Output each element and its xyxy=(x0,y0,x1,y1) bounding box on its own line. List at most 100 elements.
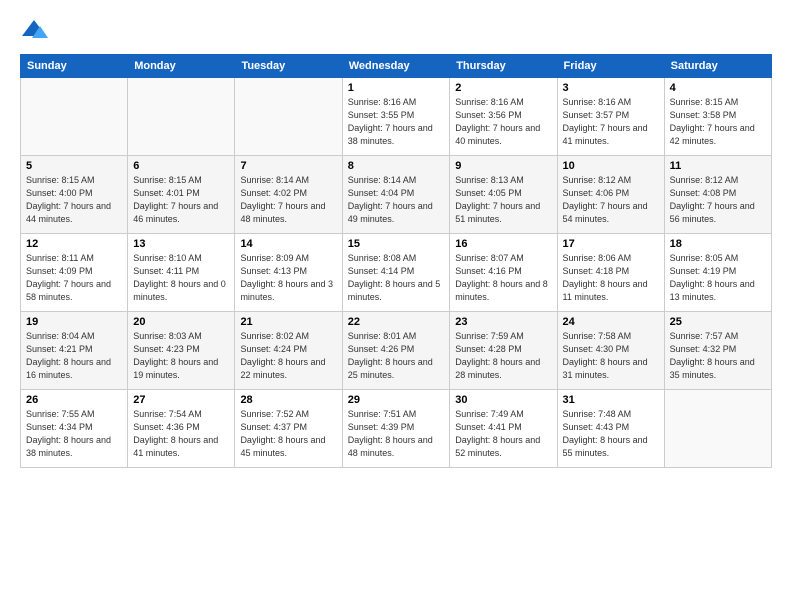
day-number: 10 xyxy=(563,160,659,172)
calendar-week-4: 26 Sunrise: 7:55 AM Sunset: 4:34 PM Dayli… xyxy=(21,390,772,468)
day-info: Sunrise: 7:48 AM Sunset: 4:43 PM Dayligh… xyxy=(563,408,659,460)
calendar-cell: 20 Sunrise: 8:03 AM Sunset: 4:23 PM Dayli… xyxy=(128,312,235,390)
day-info: Sunrise: 8:09 AM Sunset: 4:13 PM Dayligh… xyxy=(240,252,336,304)
day-info: Sunrise: 7:59 AM Sunset: 4:28 PM Dayligh… xyxy=(455,330,551,382)
weekday-header-thursday: Thursday xyxy=(450,55,557,78)
calendar-cell: 9 Sunrise: 8:13 AM Sunset: 4:05 PM Daylig… xyxy=(450,156,557,234)
calendar-cell: 16 Sunrise: 8:07 AM Sunset: 4:16 PM Dayli… xyxy=(450,234,557,312)
day-info: Sunrise: 7:51 AM Sunset: 4:39 PM Dayligh… xyxy=(348,408,445,460)
day-info: Sunrise: 8:15 AM Sunset: 4:00 PM Dayligh… xyxy=(26,174,122,226)
day-info: Sunrise: 8:13 AM Sunset: 4:05 PM Dayligh… xyxy=(455,174,551,226)
day-info: Sunrise: 8:02 AM Sunset: 4:24 PM Dayligh… xyxy=(240,330,336,382)
calendar-cell: 6 Sunrise: 8:15 AM Sunset: 4:01 PM Daylig… xyxy=(128,156,235,234)
day-number: 29 xyxy=(348,394,445,406)
day-info: Sunrise: 7:54 AM Sunset: 4:36 PM Dayligh… xyxy=(133,408,229,460)
day-number: 1 xyxy=(348,82,445,94)
weekday-header-friday: Friday xyxy=(557,55,664,78)
calendar-cell xyxy=(235,78,342,156)
calendar-cell: 23 Sunrise: 7:59 AM Sunset: 4:28 PM Dayli… xyxy=(450,312,557,390)
calendar-cell: 27Sunrise: 7:54 AM Sunset: 4:36 PM Dayli… xyxy=(128,390,235,468)
calendar-cell: 12 Sunrise: 8:11 AM Sunset: 4:09 PM Dayli… xyxy=(21,234,128,312)
day-info: Sunrise: 8:03 AM Sunset: 4:23 PM Dayligh… xyxy=(133,330,229,382)
weekday-header-saturday: Saturday xyxy=(664,55,771,78)
logo xyxy=(20,16,52,44)
day-number: 26 xyxy=(26,394,122,406)
day-info: Sunrise: 8:16 AM Sunset: 3:57 PM Dayligh… xyxy=(563,96,659,148)
day-info: Sunrise: 8:14 AM Sunset: 4:02 PM Dayligh… xyxy=(240,174,336,226)
weekday-header-tuesday: Tuesday xyxy=(235,55,342,78)
day-info: Sunrise: 7:49 AM Sunset: 4:41 PM Dayligh… xyxy=(455,408,551,460)
day-info: Sunrise: 8:12 AM Sunset: 4:06 PM Dayligh… xyxy=(563,174,659,226)
day-number: 8 xyxy=(348,160,445,172)
weekday-header-row: SundayMondayTuesdayWednesdayThursdayFrid… xyxy=(21,55,772,78)
day-number: 25 xyxy=(670,316,766,328)
calendar-cell: 5Sunrise: 8:15 AM Sunset: 4:00 PM Daylig… xyxy=(21,156,128,234)
day-info: Sunrise: 7:57 AM Sunset: 4:32 PM Dayligh… xyxy=(670,330,766,382)
day-number: 12 xyxy=(26,238,122,250)
day-info: Sunrise: 8:16 AM Sunset: 3:55 PM Dayligh… xyxy=(348,96,445,148)
day-info: Sunrise: 8:10 AM Sunset: 4:11 PM Dayligh… xyxy=(133,252,229,304)
calendar-cell xyxy=(128,78,235,156)
day-number: 22 xyxy=(348,316,445,328)
calendar-week-0: 1 Sunrise: 8:16 AM Sunset: 3:55 PM Daylig… xyxy=(21,78,772,156)
day-number: 20 xyxy=(133,316,229,328)
day-number: 31 xyxy=(563,394,659,406)
calendar-week-3: 19 Sunrise: 8:04 AM Sunset: 4:21 PM Dayli… xyxy=(21,312,772,390)
calendar-cell: 19 Sunrise: 8:04 AM Sunset: 4:21 PM Dayli… xyxy=(21,312,128,390)
day-number: 24 xyxy=(563,316,659,328)
calendar-cell: 13 Sunrise: 8:10 AM Sunset: 4:11 PM Dayli… xyxy=(128,234,235,312)
calendar-cell: 21 Sunrise: 8:02 AM Sunset: 4:24 PM Dayli… xyxy=(235,312,342,390)
day-info: Sunrise: 8:06 AM Sunset: 4:18 PM Dayligh… xyxy=(563,252,659,304)
day-number: 4 xyxy=(670,82,766,94)
weekday-header-sunday: Sunday xyxy=(21,55,128,78)
day-info: Sunrise: 8:04 AM Sunset: 4:21 PM Dayligh… xyxy=(26,330,122,382)
day-number: 15 xyxy=(348,238,445,250)
calendar-cell: 2 Sunrise: 8:16 AM Sunset: 3:56 PM Daylig… xyxy=(450,78,557,156)
day-number: 19 xyxy=(26,316,122,328)
calendar-cell: 1 Sunrise: 8:16 AM Sunset: 3:55 PM Daylig… xyxy=(342,78,450,156)
calendar-cell: 30 Sunrise: 7:49 AM Sunset: 4:41 PM Dayli… xyxy=(450,390,557,468)
day-info: Sunrise: 8:16 AM Sunset: 3:56 PM Dayligh… xyxy=(455,96,551,148)
day-info: Sunrise: 7:58 AM Sunset: 4:30 PM Dayligh… xyxy=(563,330,659,382)
calendar-week-2: 12 Sunrise: 8:11 AM Sunset: 4:09 PM Dayli… xyxy=(21,234,772,312)
day-info: Sunrise: 7:52 AM Sunset: 4:37 PM Dayligh… xyxy=(240,408,336,460)
calendar-cell: 7 Sunrise: 8:14 AM Sunset: 4:02 PM Daylig… xyxy=(235,156,342,234)
day-info: Sunrise: 8:05 AM Sunset: 4:19 PM Dayligh… xyxy=(670,252,766,304)
day-number: 21 xyxy=(240,316,336,328)
day-number: 30 xyxy=(455,394,551,406)
calendar-cell xyxy=(21,78,128,156)
weekday-header-monday: Monday xyxy=(128,55,235,78)
page: SundayMondayTuesdayWednesdayThursdayFrid… xyxy=(0,0,792,612)
calendar-cell xyxy=(664,390,771,468)
logo-icon xyxy=(20,16,48,44)
header xyxy=(20,16,772,44)
day-number: 6 xyxy=(133,160,229,172)
day-number: 28 xyxy=(240,394,336,406)
weekday-header-wednesday: Wednesday xyxy=(342,55,450,78)
day-number: 7 xyxy=(240,160,336,172)
day-number: 14 xyxy=(240,238,336,250)
calendar-cell: 11Sunrise: 8:12 AM Sunset: 4:08 PM Dayli… xyxy=(664,156,771,234)
calendar-cell: 28 Sunrise: 7:52 AM Sunset: 4:37 PM Dayli… xyxy=(235,390,342,468)
day-number: 18 xyxy=(670,238,766,250)
day-info: Sunrise: 7:55 AM Sunset: 4:34 PM Dayligh… xyxy=(26,408,122,460)
day-number: 3 xyxy=(563,82,659,94)
day-info: Sunrise: 8:15 AM Sunset: 4:01 PM Dayligh… xyxy=(133,174,229,226)
day-number: 16 xyxy=(455,238,551,250)
day-number: 9 xyxy=(455,160,551,172)
day-number: 2 xyxy=(455,82,551,94)
calendar-cell: 15Sunrise: 8:08 AM Sunset: 4:14 PM Dayli… xyxy=(342,234,450,312)
calendar-table: SundayMondayTuesdayWednesdayThursdayFrid… xyxy=(20,54,772,468)
day-info: Sunrise: 8:14 AM Sunset: 4:04 PM Dayligh… xyxy=(348,174,445,226)
calendar-cell: 10 Sunrise: 8:12 AM Sunset: 4:06 PM Dayli… xyxy=(557,156,664,234)
day-info: Sunrise: 8:07 AM Sunset: 4:16 PM Dayligh… xyxy=(455,252,551,304)
calendar-cell: 8 Sunrise: 8:14 AM Sunset: 4:04 PM Daylig… xyxy=(342,156,450,234)
day-number: 13 xyxy=(133,238,229,250)
day-info: Sunrise: 8:12 AM Sunset: 4:08 PM Dayligh… xyxy=(670,174,766,226)
day-info: Sunrise: 8:15 AM Sunset: 3:58 PM Dayligh… xyxy=(670,96,766,148)
day-info: Sunrise: 8:11 AM Sunset: 4:09 PM Dayligh… xyxy=(26,252,122,304)
calendar-cell: 4 Sunrise: 8:15 AM Sunset: 3:58 PM Daylig… xyxy=(664,78,771,156)
calendar-cell: 14 Sunrise: 8:09 AM Sunset: 4:13 PM Dayli… xyxy=(235,234,342,312)
day-number: 23 xyxy=(455,316,551,328)
calendar-cell: 18 Sunrise: 8:05 AM Sunset: 4:19 PM Dayli… xyxy=(664,234,771,312)
